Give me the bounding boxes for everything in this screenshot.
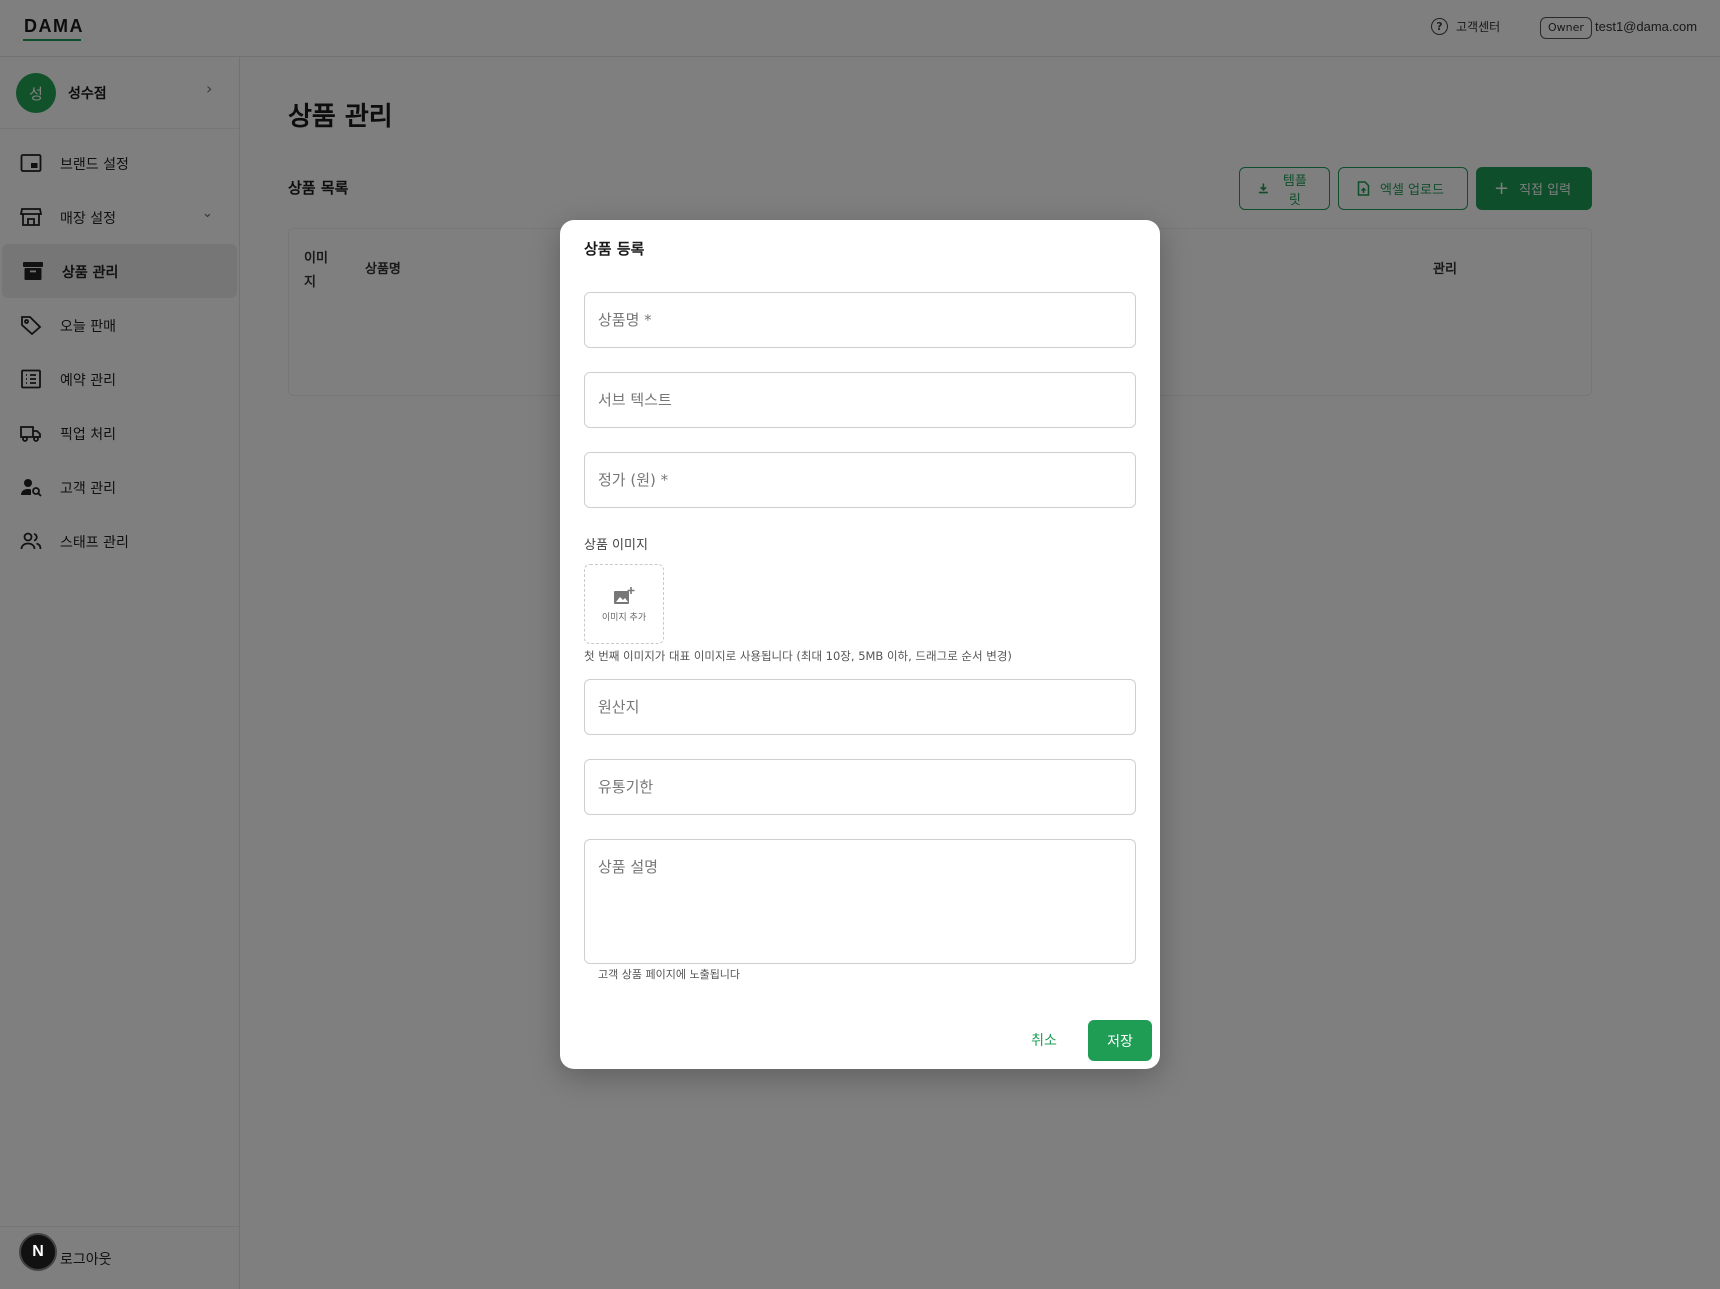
subtext-input[interactable] [584,372,1136,428]
add-image-label: 이미지 추가 [601,612,647,623]
description-textarea[interactable] [584,839,1136,964]
product-register-modal: 상품 등록 상품 이미지 이미지 추가 첫 번째 이미지가 대표 이미지로 사용… [560,220,1160,1069]
image-help-text: 첫 번째 이미지가 대표 이미지로 사용됩니다 (최대 10장, 5MB 이하,… [584,649,1012,663]
cancel-button[interactable]: 취소 [1020,1020,1068,1060]
save-button[interactable]: 저장 [1088,1020,1152,1061]
add-image-button[interactable]: 이미지 추가 [584,564,664,644]
image-section-label: 상품 이미지 [584,538,648,553]
image-add-icon [614,586,635,604]
product-name-input[interactable] [584,292,1136,348]
description-help-text: 고객 상품 페이지에 노출됩니다 [598,968,741,981]
modal-title: 상품 등록 [584,240,645,258]
price-input[interactable] [584,452,1136,508]
next-dev-badge[interactable]: N [19,1233,57,1271]
expiry-input[interactable] [584,759,1136,815]
origin-input[interactable] [584,679,1136,735]
